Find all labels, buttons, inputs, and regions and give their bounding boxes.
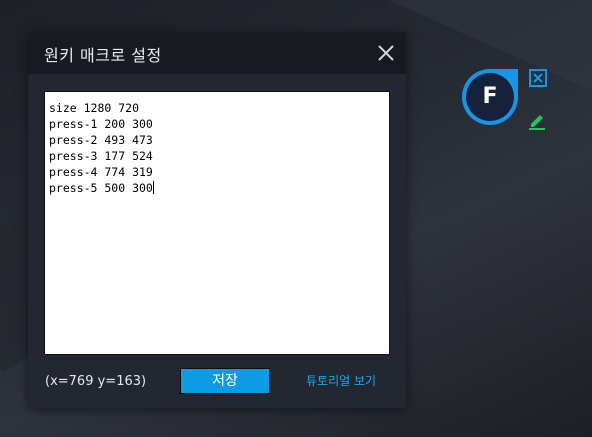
save-button[interactable]: 저장 [180, 368, 270, 394]
remove-key-button[interactable] [528, 68, 548, 88]
editor-line: press-5 500 300 [49, 181, 153, 195]
editor-content: size 1280 720 press-1 200 300 press-2 493 … [49, 100, 385, 196]
edit-icon [529, 115, 545, 130]
macro-settings-dialog: 원키 매크로 설정 size 1280 720 press-1 200 300 pr… [28, 32, 406, 408]
close-button[interactable] [374, 41, 398, 65]
cursor-coordinates: (x=769 y=163) [45, 374, 147, 389]
editor-line: press-1 200 300 [49, 117, 153, 131]
editor-line: press-4 774 319 [49, 165, 153, 179]
editor-line: size 1280 720 [49, 101, 140, 115]
text-caret [152, 181, 154, 194]
key-mapping-button[interactable]: F [460, 67, 520, 127]
tutorial-link[interactable]: 튜토리얼 보기 [306, 372, 376, 389]
remove-icon [529, 69, 547, 87]
close-icon [378, 45, 394, 61]
editor-line: press-2 493 473 [49, 133, 153, 147]
editor-line: press-3 177 524 [49, 149, 153, 163]
key-letter: F [482, 84, 498, 109]
dialog-header: 원키 매크로 설정 [28, 32, 406, 74]
dialog-title: 원키 매크로 설정 [44, 46, 162, 65]
macro-script-editor[interactable]: size 1280 720 press-1 200 300 press-2 493 … [44, 91, 390, 355]
edit-macro-button[interactable] [527, 110, 547, 130]
